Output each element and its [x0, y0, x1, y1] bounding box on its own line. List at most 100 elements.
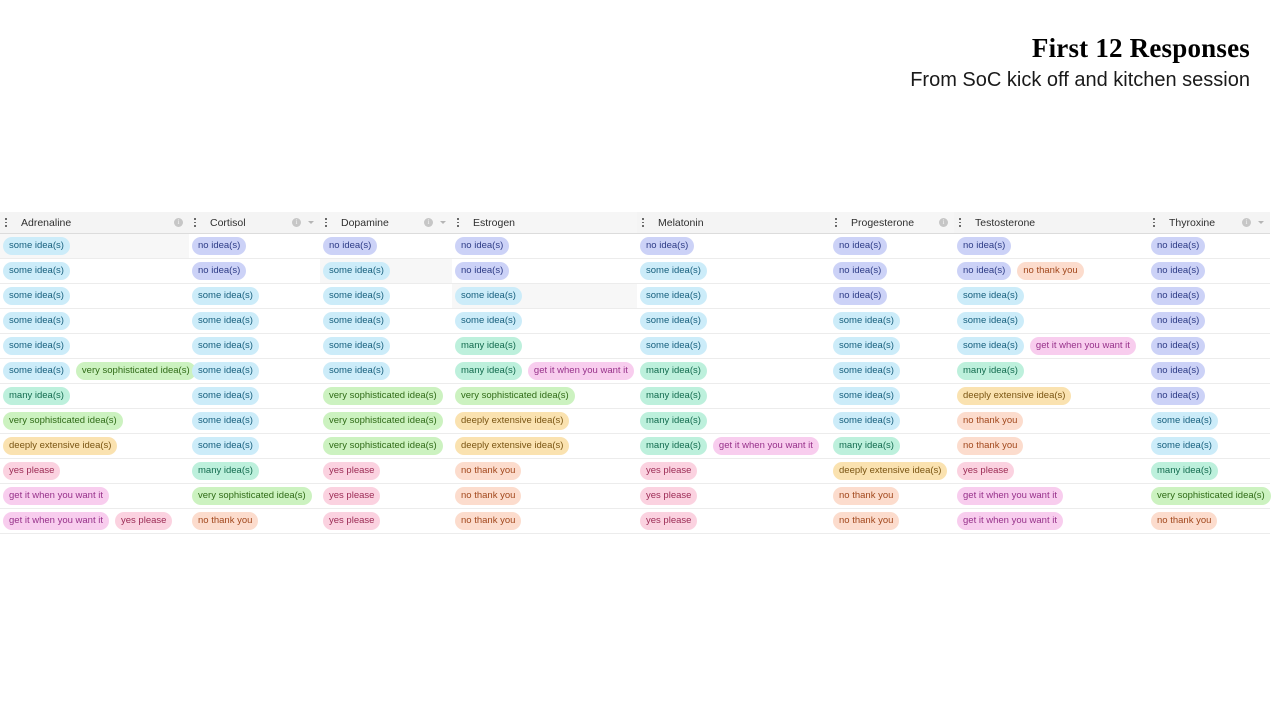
table-row[interactable]: no idea(s) — [1148, 259, 1270, 284]
table-row[interactable]: very sophisticated idea(s) — [189, 484, 320, 509]
response-tag[interactable]: very sophisticated idea(s) — [323, 412, 443, 430]
table-row[interactable]: some idea(s) — [189, 384, 320, 409]
table-row[interactable]: no idea(s) — [830, 284, 954, 309]
response-tag[interactable]: some idea(s) — [192, 387, 259, 405]
response-tag[interactable]: some idea(s) — [323, 287, 390, 305]
response-tag[interactable]: no idea(s) — [1151, 237, 1206, 255]
table-row[interactable]: some idea(s) — [189, 409, 320, 434]
table-row[interactable]: some idea(s) — [0, 284, 189, 309]
table-row[interactable]: some idea(s) — [637, 284, 830, 309]
response-tag[interactable]: many idea(s) — [640, 412, 707, 430]
response-tag[interactable]: very sophisticated idea(s) — [323, 437, 443, 455]
response-tag[interactable]: some idea(s) — [455, 312, 522, 330]
table-row[interactable]: no thank you — [954, 409, 1148, 434]
chevron-down-icon[interactable] — [440, 221, 446, 224]
table-row[interactable]: no thank you — [452, 509, 637, 534]
table-row[interactable]: yes please — [954, 459, 1148, 484]
table-row[interactable]: many idea(s) — [637, 384, 830, 409]
table-row[interactable]: some idea(s) — [320, 359, 452, 384]
column-header[interactable]: Testosterone — [954, 212, 1148, 234]
table-row[interactable]: yes please — [637, 509, 830, 534]
response-tag[interactable]: some idea(s) — [833, 412, 900, 430]
response-tag[interactable]: no thank you — [833, 487, 900, 505]
table-row[interactable]: deeply extensive idea(s) — [954, 384, 1148, 409]
table-row[interactable]: some idea(s) get it when you want it — [954, 334, 1148, 359]
table-row[interactable]: no idea(s) — [1148, 334, 1270, 359]
response-tag[interactable]: no idea(s) — [833, 287, 888, 305]
response-tag[interactable]: yes please — [323, 512, 381, 530]
response-tag[interactable]: many idea(s) — [957, 362, 1024, 380]
response-tag[interactable]: some idea(s) — [323, 337, 390, 355]
table-row[interactable]: no idea(s) — [637, 234, 830, 259]
response-tag[interactable]: some idea(s) — [640, 262, 707, 280]
table-row[interactable]: some idea(s) — [954, 284, 1148, 309]
response-tag[interactable]: no idea(s) — [957, 237, 1012, 255]
table-row[interactable]: no idea(s) — [452, 234, 637, 259]
table-row[interactable]: no idea(s) — [1148, 234, 1270, 259]
response-tag[interactable]: no idea(s) — [1151, 312, 1206, 330]
response-tag[interactable]: many idea(s) — [833, 437, 900, 455]
response-tag[interactable]: some idea(s) — [3, 237, 70, 255]
column-header[interactable]: Melatonin — [637, 212, 830, 234]
table-row[interactable]: some idea(s) — [830, 409, 954, 434]
response-tag[interactable]: yes please — [3, 462, 61, 480]
info-icon[interactable]: i — [1242, 218, 1251, 227]
response-tag[interactable]: no idea(s) — [455, 262, 510, 280]
response-tag[interactable]: get it when you want it — [527, 362, 634, 380]
table-row[interactable]: no idea(s) — [1148, 309, 1270, 334]
response-tag[interactable]: very sophisticated idea(s) — [1151, 487, 1271, 505]
response-tag[interactable]: some idea(s) — [1151, 437, 1218, 455]
table-row[interactable]: yes please — [637, 459, 830, 484]
response-tag[interactable]: no idea(s) — [1151, 287, 1206, 305]
response-tag[interactable]: no idea(s) — [192, 237, 247, 255]
response-tag[interactable]: some idea(s) — [455, 287, 522, 305]
response-tag[interactable]: no thank you — [957, 412, 1024, 430]
table-row[interactable]: some idea(s) — [189, 434, 320, 459]
table-row[interactable]: no thank you — [954, 434, 1148, 459]
table-row[interactable]: no thank you — [830, 484, 954, 509]
response-tag[interactable]: some idea(s) — [3, 312, 70, 330]
table-row[interactable]: no idea(s) no thank you — [954, 259, 1148, 284]
response-tag[interactable]: many idea(s) — [640, 387, 707, 405]
response-tag[interactable]: no thank you — [192, 512, 259, 530]
table-row[interactable]: some idea(s) — [830, 309, 954, 334]
table-row[interactable]: some idea(s) — [320, 284, 452, 309]
table-row[interactable]: many idea(s) — [452, 334, 637, 359]
table-row[interactable]: deeply extensive idea(s) — [830, 459, 954, 484]
table-row[interactable]: some idea(s) — [320, 334, 452, 359]
response-tag[interactable]: some idea(s) — [957, 287, 1024, 305]
table-row[interactable]: very sophisticated idea(s) — [320, 384, 452, 409]
table-row[interactable]: no idea(s) — [1148, 284, 1270, 309]
response-tag[interactable]: get it when you want it — [957, 487, 1063, 505]
response-tag[interactable]: some idea(s) — [833, 312, 900, 330]
response-tag[interactable]: many idea(s) — [455, 337, 522, 355]
table-row[interactable]: some idea(s) — [637, 259, 830, 284]
response-tag[interactable]: yes please — [323, 462, 381, 480]
table-row[interactable]: no idea(s) — [452, 259, 637, 284]
table-row[interactable]: no idea(s) — [1148, 384, 1270, 409]
table-row[interactable]: many idea(s) — [637, 409, 830, 434]
response-tag[interactable]: deeply extensive idea(s) — [957, 387, 1072, 405]
table-row[interactable]: very sophisticated idea(s) — [1148, 484, 1271, 509]
response-tag[interactable]: some idea(s) — [833, 337, 900, 355]
table-row[interactable]: no thank you — [452, 459, 637, 484]
table-row[interactable]: deeply extensive idea(s) — [452, 434, 637, 459]
table-row[interactable]: deeply extensive idea(s) — [452, 409, 637, 434]
response-tag[interactable]: deeply extensive idea(s) — [3, 437, 118, 455]
column-header[interactable]: Cortisol i — [189, 212, 320, 234]
response-tag[interactable]: some idea(s) — [192, 312, 259, 330]
response-tag[interactable]: some idea(s) — [957, 337, 1024, 355]
table-row[interactable]: get it when you want it yes please — [0, 509, 189, 534]
table-row[interactable]: no thank you — [1148, 509, 1270, 534]
table-row[interactable]: no thank you — [189, 509, 320, 534]
table-row[interactable]: yes please — [320, 509, 452, 534]
response-tag[interactable]: very sophisticated idea(s) — [3, 412, 123, 430]
response-tag[interactable]: some idea(s) — [323, 362, 390, 380]
response-tag[interactable]: no idea(s) — [1151, 262, 1206, 280]
info-icon[interactable]: i — [424, 218, 433, 227]
response-tag[interactable]: get it when you want it — [712, 437, 819, 455]
table-row[interactable]: some idea(s) — [189, 334, 320, 359]
info-icon[interactable]: i — [174, 218, 183, 227]
table-row[interactable]: deeply extensive idea(s) — [0, 434, 189, 459]
response-tag[interactable]: no thank you — [957, 437, 1024, 455]
